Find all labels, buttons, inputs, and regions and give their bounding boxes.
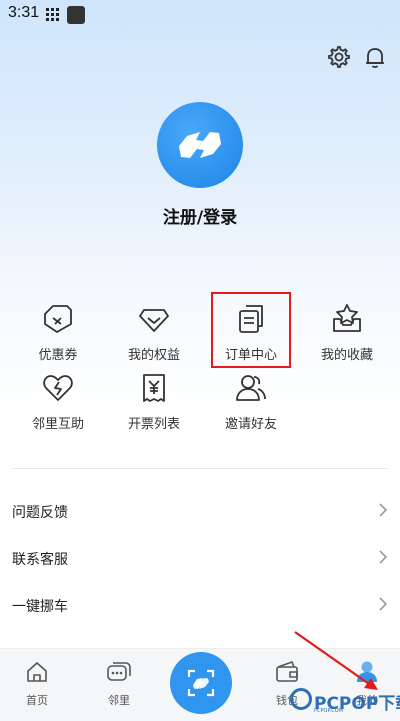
watermark-subtext: PCPOP.COM: [314, 708, 344, 714]
feature-invite-friends[interactable]: 邀请好友: [203, 371, 299, 441]
feature-coupons[interactable]: 优惠券: [10, 302, 106, 372]
invite-icon: [236, 375, 266, 401]
tab-neighbors[interactable]: 邻里: [94, 660, 144, 708]
scan-button[interactable]: [170, 652, 232, 714]
bell-icon[interactable]: [362, 44, 388, 70]
feature-label: 邻里互助: [31, 417, 84, 432]
menu-label: 一键挪车: [12, 599, 68, 615]
app-grid-icon: [46, 8, 60, 22]
favorites-icon: [333, 304, 361, 332]
menu-customer-service[interactable]: 联系客服: [12, 537, 388, 581]
invoice-icon: [143, 374, 165, 402]
menu-label: 问题反馈: [12, 505, 68, 521]
brand-logo-icon: [179, 132, 221, 158]
scan-icon: [187, 669, 215, 697]
chevron-right-icon: [379, 503, 388, 517]
tab-label: 首页: [26, 694, 48, 707]
status-time: 3:31: [8, 4, 40, 21]
profile-icon: [357, 661, 377, 682]
menu-label: 联系客服: [12, 552, 68, 568]
notification-app-icon: [67, 6, 85, 24]
feature-favorites[interactable]: 我的收藏: [299, 302, 395, 372]
login-register-link[interactable]: 注册/登录: [0, 203, 400, 228]
feature-benefits[interactable]: 我的权益: [106, 302, 202, 372]
menu-move-car[interactable]: 一键挪车: [12, 584, 388, 628]
chevron-right-icon: [379, 550, 388, 564]
orders-highlight-box: [211, 292, 291, 368]
feature-label: 邀请好友: [224, 417, 277, 432]
chevron-right-icon: [379, 597, 388, 611]
gear-icon[interactable]: [325, 44, 351, 70]
home-icon: [27, 662, 47, 682]
heart-icon: [43, 375, 73, 401]
feature-label: 我的收藏: [320, 348, 373, 363]
feature-label: 我的权益: [127, 348, 180, 363]
status-bar: 3:31: [0, 0, 400, 32]
tab-home[interactable]: 首页: [12, 660, 62, 708]
avatar[interactable]: [157, 102, 243, 188]
coupon-icon: [44, 305, 72, 333]
feature-invoices[interactable]: 开票列表: [106, 371, 202, 441]
diamond-icon: [139, 309, 169, 332]
section-divider: [12, 468, 388, 469]
feature-neighbor-help[interactable]: 邻里互助: [10, 371, 106, 441]
wallet-icon: [276, 661, 298, 682]
watermark-logo-icon: [290, 688, 312, 710]
feature-label: 开票列表: [127, 417, 180, 432]
feature-label: 优惠券: [38, 348, 78, 363]
chat-icon: [107, 662, 131, 681]
menu-feedback[interactable]: 问题反馈: [12, 490, 388, 534]
tab-label: 邻里: [108, 694, 130, 707]
